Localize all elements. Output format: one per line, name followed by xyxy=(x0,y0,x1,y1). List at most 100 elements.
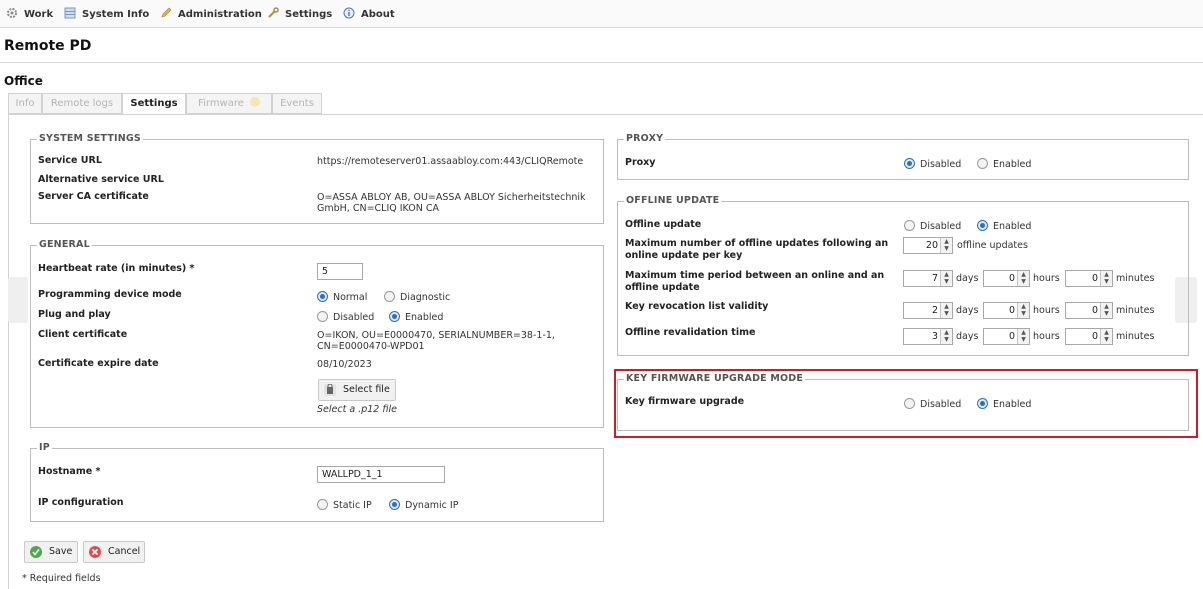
scroll-left-button[interactable] xyxy=(8,277,28,323)
max-period-days-value: 7 xyxy=(931,273,938,284)
alt-service-url-label: Alternative service URL xyxy=(38,174,164,185)
stepper-arrows-icon[interactable]: ▲ ▼ xyxy=(940,238,952,253)
stepper-arrows-icon[interactable]: ▲ ▼ xyxy=(1017,271,1029,286)
tab-firmware[interactable]: Firmware xyxy=(186,93,272,114)
status-dot-icon xyxy=(249,97,260,107)
radio-unselected-icon xyxy=(384,291,395,302)
stepper-arrows-icon[interactable]: ▲ ▼ xyxy=(1100,271,1112,286)
revalidation-days-unit: days xyxy=(956,331,979,342)
proxy-enabled-radio[interactable]: Enabled xyxy=(977,158,1031,171)
cancel-x-icon xyxy=(89,546,101,558)
stepper-arrows-icon[interactable]: ▲ ▼ xyxy=(1100,329,1112,344)
key-firmware-label: Key firmware upgrade xyxy=(625,396,745,407)
revalidation-minutes-stepper[interactable]: 0 ▲ ▼ xyxy=(1065,328,1113,345)
radio-unselected-icon xyxy=(977,158,988,169)
max-updates-stepper[interactable]: 20 ▲ ▼ xyxy=(903,237,953,254)
heartbeat-input[interactable] xyxy=(317,263,363,280)
radio-selected-icon xyxy=(389,499,400,510)
cert-expire-value: 08/10/2023 xyxy=(317,359,372,370)
stepper-arrows-icon[interactable]: ▲ ▼ xyxy=(940,303,952,318)
plug-play-enabled-radio[interactable]: Enabled xyxy=(389,311,443,324)
cancel-label: Cancel xyxy=(108,546,141,557)
heartbeat-label: Heartbeat rate (in minutes) * xyxy=(38,263,195,274)
select-file-hint: Select a .p12 file xyxy=(317,404,397,415)
key-firmware-enabled-radio[interactable]: Enabled xyxy=(977,398,1031,411)
proxy-disabled-radio[interactable]: Disabled xyxy=(904,158,961,171)
check-icon xyxy=(30,546,42,558)
client-cert-value-line1: O=IKON, OU=E0000470, SERIALNUMBER=38-1-1… xyxy=(317,330,555,341)
stepper-arrows-icon[interactable]: ▲ ▼ xyxy=(940,271,952,286)
menu-settings[interactable]: Settings xyxy=(267,7,332,21)
radio-selected-icon xyxy=(977,398,988,409)
radio-selected-icon xyxy=(389,311,400,322)
revalidation-hours-unit: hours xyxy=(1033,331,1060,342)
ip-legend: IP xyxy=(37,442,52,453)
gear-icon xyxy=(6,7,18,19)
radio-unselected-icon xyxy=(317,311,328,322)
ip-dynamic-label: Dynamic IP xyxy=(405,500,459,511)
prog-mode-diagnostic-radio[interactable]: Diagnostic xyxy=(384,291,450,304)
server-ca-value-line1: O=ASSA ABLOY AB, OU=ASSA ABLOY Sicherhei… xyxy=(317,192,586,203)
plug-play-disabled-radio[interactable]: Disabled xyxy=(317,311,374,324)
general-legend: GENERAL xyxy=(37,239,92,250)
revalidation-days-stepper[interactable]: 3 ▲ ▼ xyxy=(903,328,953,345)
max-period-hours-stepper[interactable]: 0 ▲ ▼ xyxy=(983,270,1030,287)
max-period-days-stepper[interactable]: 7 ▲ ▼ xyxy=(903,270,953,287)
plug-play-enabled-label: Enabled xyxy=(405,312,444,323)
offline-update-disabled-label: Disabled xyxy=(920,221,962,232)
prog-mode-label: Programming device mode xyxy=(38,289,182,300)
offline-update-enabled-label: Enabled xyxy=(993,221,1032,232)
offline-update-enabled-radio[interactable]: Enabled xyxy=(977,220,1031,233)
stepper-arrows-icon[interactable]: ▲ ▼ xyxy=(1017,329,1029,344)
ip-static-radio[interactable]: Static IP xyxy=(317,499,372,512)
prog-mode-normal-radio[interactable]: Normal xyxy=(317,291,367,304)
proxy-disabled-label: Disabled xyxy=(920,159,962,170)
plug-play-label: Plug and play xyxy=(38,309,111,320)
offline-update-legend: OFFLINE UPDATE xyxy=(624,195,722,206)
krl-hours-stepper[interactable]: 0 ▲ ▼ xyxy=(983,302,1030,319)
key-firmware-enabled-label: Enabled xyxy=(993,399,1032,410)
client-cert-value-line2: CN=E0000470-WPD01 xyxy=(317,341,425,352)
menu-settings-label: Settings xyxy=(285,9,333,20)
top-menu-bar: Work System Info Administration Settings… xyxy=(0,0,1203,28)
ip-static-label: Static IP xyxy=(333,500,372,511)
revalidation-hours-stepper[interactable]: 0 ▲ ▼ xyxy=(983,328,1030,345)
offline-update-label: Offline update xyxy=(625,219,702,230)
menu-system-info[interactable]: System Info xyxy=(64,7,149,21)
select-file-button[interactable]: Select file xyxy=(318,379,396,401)
ip-dynamic-radio[interactable]: Dynamic IP xyxy=(389,499,458,512)
max-period-minutes-stepper[interactable]: 0 ▲ ▼ xyxy=(1065,270,1113,287)
menu-administration[interactable]: Administration xyxy=(160,7,262,21)
stepper-arrows-icon[interactable]: ▲ ▼ xyxy=(1017,303,1029,318)
revalidation-minutes-value: 0 xyxy=(1091,331,1098,342)
krl-hours-unit: hours xyxy=(1033,305,1060,316)
info-table-icon xyxy=(64,7,76,19)
offline-update-disabled-radio[interactable]: Disabled xyxy=(904,220,961,233)
max-updates-label-line2: online update per key xyxy=(625,250,743,261)
tab-remote-logs[interactable]: Remote logs xyxy=(42,93,122,114)
stepper-arrows-icon[interactable]: ▲ ▼ xyxy=(940,329,952,344)
stepper-arrows-icon[interactable]: ▲ ▼ xyxy=(1100,303,1112,318)
save-label: Save xyxy=(49,546,73,557)
max-period-hours-unit: hours xyxy=(1033,273,1060,284)
max-period-minutes-value: 0 xyxy=(1091,273,1098,284)
cancel-button[interactable]: Cancel xyxy=(83,541,145,563)
cert-expire-label: Certificate expire date xyxy=(38,358,159,369)
hostname-input[interactable] xyxy=(317,466,445,483)
menu-work[interactable]: Work xyxy=(6,7,53,21)
max-updates-value: 20 xyxy=(925,240,938,251)
tab-settings[interactable]: Settings xyxy=(122,93,186,115)
krl-minutes-stepper[interactable]: 0 ▲ ▼ xyxy=(1065,302,1113,319)
proxy-section: PROXY xyxy=(617,133,1189,180)
save-button[interactable]: Save xyxy=(24,541,78,563)
max-period-hours-value: 0 xyxy=(1008,273,1015,284)
key-firmware-disabled-radio[interactable]: Disabled xyxy=(904,398,961,411)
tab-events[interactable]: Events xyxy=(272,93,322,114)
krl-days-stepper[interactable]: 2 ▲ ▼ xyxy=(903,302,953,319)
radio-selected-icon xyxy=(977,220,988,231)
menu-system-info-label: System Info xyxy=(82,9,150,20)
menu-about[interactable]: About xyxy=(343,7,395,21)
client-cert-label: Client certificate xyxy=(38,329,128,340)
proxy-label: Proxy xyxy=(625,157,656,168)
tab-info[interactable]: Info xyxy=(8,93,42,114)
